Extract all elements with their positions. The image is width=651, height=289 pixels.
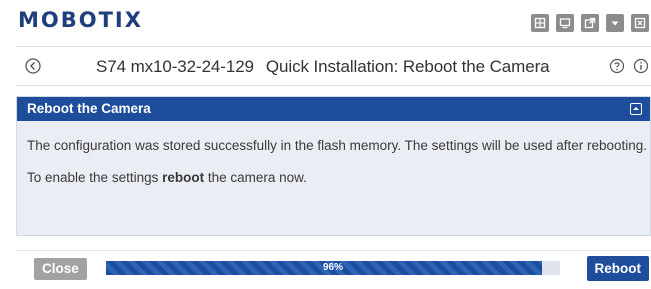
reboot-button[interactable]: Reboot — [586, 256, 649, 281]
mobotix-logo: MOBOTIX — [18, 8, 143, 32]
help-icon[interactable] — [609, 58, 625, 74]
reboot-panel: Reboot the Camera The configuration was … — [16, 96, 651, 236]
panel-title: Reboot the Camera — [27, 101, 151, 116]
monitor-icon[interactable] — [556, 14, 574, 32]
reboot-progress-bar: 96% — [106, 261, 560, 275]
camera-name: S74 mx10-32-24-129 — [96, 57, 254, 76]
close-button[interactable]: Close — [34, 258, 87, 280]
window-toolbar — [531, 14, 649, 32]
panel-body: The configuration was stored successfull… — [17, 121, 650, 189]
layout-grid-icon[interactable] — [531, 14, 549, 32]
dropdown-icon[interactable] — [606, 14, 624, 32]
collapse-icon[interactable] — [630, 103, 642, 115]
page-title: S74 mx10-32-24-129 Quick Installation: Re… — [96, 57, 550, 77]
reboot-instruction: To enable the settings reboot the camera… — [27, 170, 307, 185]
close-window-icon[interactable] — [631, 14, 649, 32]
action-bar: Close 96% Reboot — [16, 250, 651, 286]
panel-header: Reboot the Camera — [17, 97, 650, 121]
brand-bar: MOBOTIX — [0, 0, 651, 40]
progress-label: 96% — [322, 262, 343, 273]
external-link-icon[interactable] — [581, 14, 599, 32]
info-icon[interactable] — [633, 58, 649, 74]
reboot-emphasis: reboot — [162, 170, 205, 185]
title-bar: S74 mx10-32-24-129 Quick Installation: Re… — [16, 46, 651, 86]
back-icon[interactable] — [24, 57, 42, 75]
page-heading: Quick Installation: Reboot the Camera — [265, 57, 550, 76]
stored-message: The configuration was stored successfull… — [27, 138, 648, 153]
